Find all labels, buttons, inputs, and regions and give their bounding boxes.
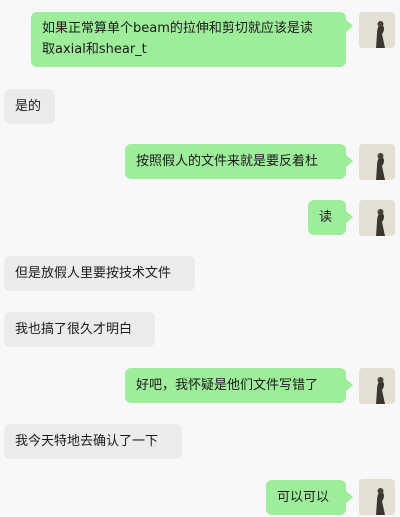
message-text: 读: [319, 210, 333, 225]
bubble-tail: [346, 379, 353, 391]
incoming-message-bubble[interactable]: 我今天特地去确认了一下: [4, 424, 182, 459]
message-text: 但是放假人里要按技术文件: [15, 266, 172, 281]
incoming-message-bubble[interactable]: 我也搞了很久才明白: [4, 312, 155, 347]
message-text: 我今天特地去确认了一下: [15, 434, 159, 449]
outgoing-message-bubble[interactable]: 可以可以: [266, 480, 346, 515]
incoming-message-bubble[interactable]: 是的: [4, 89, 55, 124]
outgoing-message-bubble[interactable]: 好吧，我怀疑是他们文件写错了: [125, 368, 346, 403]
message-text: 好吧，我怀疑是他们文件写错了: [136, 378, 319, 393]
user-avatar-icon[interactable]: [359, 368, 395, 404]
bubble-tail: [346, 491, 353, 503]
outgoing-message-bubble[interactable]: 如果正常算单个beam的拉伸和剪切就应该是读 取axial和shear_t: [31, 12, 346, 67]
user-avatar-icon[interactable]: [359, 479, 395, 515]
user-avatar-icon[interactable]: [359, 144, 395, 180]
incoming-message-bubble[interactable]: 但是放假人里要按技术文件: [4, 256, 195, 291]
message-text: 是的: [15, 99, 42, 114]
user-avatar-icon[interactable]: [359, 200, 395, 236]
bubble-tail: [346, 211, 353, 223]
outgoing-message-bubble[interactable]: 按照假人的文件来就是要反着杜: [125, 144, 346, 179]
user-avatar-icon[interactable]: [359, 12, 395, 48]
message-text: 按照假人的文件来就是要反着杜: [136, 154, 319, 169]
message-text: 我也搞了很久才明白: [15, 322, 133, 337]
bubble-tail: [346, 20, 353, 32]
message-text: 可以可以: [277, 490, 330, 505]
outgoing-message-bubble[interactable]: 读: [308, 200, 346, 235]
bubble-tail: [346, 155, 353, 167]
message-text: 如果正常算单个beam的拉伸和剪切就应该是读 取axial和shear_t: [42, 21, 313, 57]
